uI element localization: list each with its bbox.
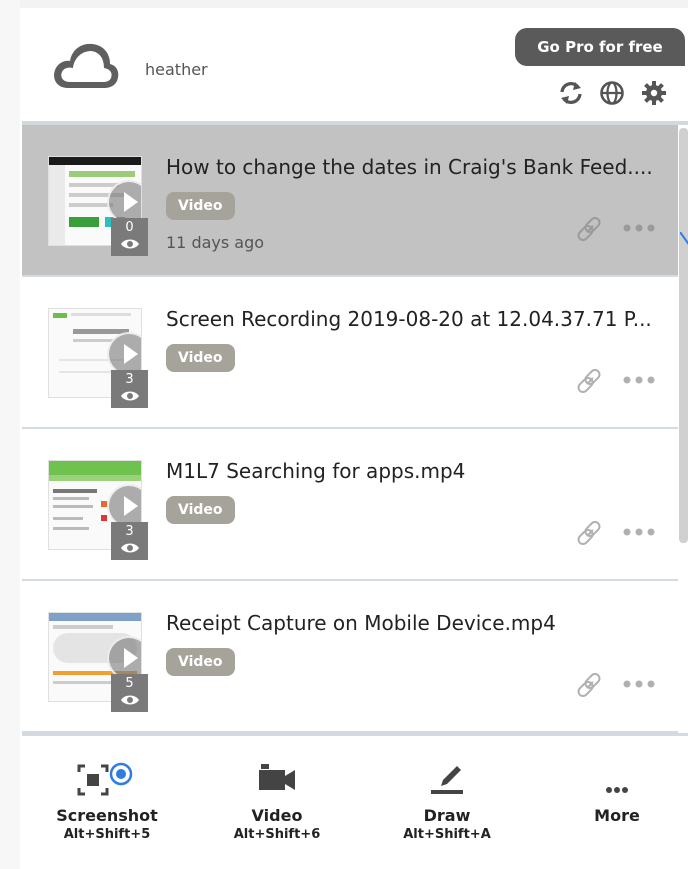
link-icon[interactable] <box>575 214 605 244</box>
more-button[interactable]: More <box>562 754 672 825</box>
draw-label: Draw <box>423 806 471 825</box>
eye-icon <box>120 543 139 553</box>
list-scrollbar[interactable] <box>679 128 688 543</box>
video-camera-icon <box>259 764 295 790</box>
video-type-badge: Video <box>166 648 235 676</box>
view-count: 3 <box>125 524 134 539</box>
more-options-icon[interactable] <box>622 526 656 538</box>
screenshot-button[interactable]: Screenshot Alt+Shift+5 <box>52 754 162 842</box>
more-dots-icon <box>606 787 628 793</box>
view-count: 0 <box>125 220 134 235</box>
go-pro-button[interactable]: Go Pro for free <box>515 28 685 66</box>
list-item[interactable]: 0 How to change the dates in Craig's Ban… <box>22 125 678 277</box>
video-list: 0 How to change the dates in Craig's Ban… <box>22 125 678 733</box>
screenshot-shortcut: Alt+Shift+5 <box>63 827 151 842</box>
video-type-badge: Video <box>166 344 235 372</box>
video-button[interactable]: Video Alt+Shift+6 <box>222 754 332 842</box>
app-window: heather Go Pro for free 0 How to change … <box>0 0 688 869</box>
video-title[interactable]: Receipt Capture on Mobile Device.mp4 <box>166 611 676 635</box>
eye-icon <box>120 239 139 249</box>
screenshot-label: Screenshot <box>56 806 158 825</box>
more-options-icon[interactable] <box>622 678 656 690</box>
link-icon[interactable] <box>575 670 605 700</box>
cursor-line-icon <box>680 232 688 245</box>
view-count-badge: 3 <box>111 522 148 560</box>
window-top-edge <box>0 0 688 8</box>
video-title[interactable]: Screen Recording 2019-08-20 at 12.04.37.… <box>166 307 676 331</box>
video-label: Video <box>251 806 303 825</box>
video-title[interactable]: M1L7 Searching for apps.mp4 <box>166 459 676 483</box>
more-options-icon[interactable] <box>622 222 656 234</box>
globe-icon[interactable] <box>599 80 625 106</box>
pen-icon <box>431 766 463 794</box>
video-type-badge: Video <box>166 496 235 524</box>
list-item[interactable]: 3 M1L7 Searching for apps.mp4 Video <box>22 429 678 581</box>
view-count: 5 <box>125 676 134 691</box>
more-options-icon[interactable] <box>622 374 656 386</box>
video-shortcut: Alt+Shift+6 <box>233 827 321 842</box>
link-icon[interactable] <box>575 366 605 396</box>
video-type-badge: Video <box>166 192 235 220</box>
eye-icon <box>120 695 139 705</box>
username: heather <box>145 60 208 79</box>
list-item[interactable]: 3 Screen Recording 2019-08-20 at 12.04.3… <box>22 277 678 429</box>
header: heather Go Pro for free <box>22 8 688 122</box>
view-count-badge: 3 <box>111 370 148 408</box>
draw-button[interactable]: Draw Alt+Shift+A <box>392 754 502 842</box>
link-icon[interactable] <box>575 518 605 548</box>
view-count-badge: 5 <box>111 674 148 712</box>
cloud-logo-icon <box>54 43 119 88</box>
gear-icon[interactable] <box>641 80 667 106</box>
view-count: 3 <box>125 372 134 387</box>
list-item[interactable]: 5 Receipt Capture on Mobile Device.mp4 V… <box>22 581 678 733</box>
more-label: More <box>594 806 640 825</box>
eye-icon <box>120 391 139 401</box>
draw-shortcut: Alt+Shift+A <box>403 827 491 842</box>
screenshot-icon <box>77 762 133 796</box>
view-count-badge: 0 <box>111 218 148 256</box>
refresh-icon[interactable] <box>558 80 584 106</box>
video-title[interactable]: How to change the dates in Craig's Bank … <box>166 155 676 179</box>
video-date: 11 days ago <box>166 233 265 252</box>
capture-toolbar: Screenshot Alt+Shift+5 Video Alt+Shift+6… <box>22 736 688 869</box>
window-left-edge <box>0 0 20 869</box>
